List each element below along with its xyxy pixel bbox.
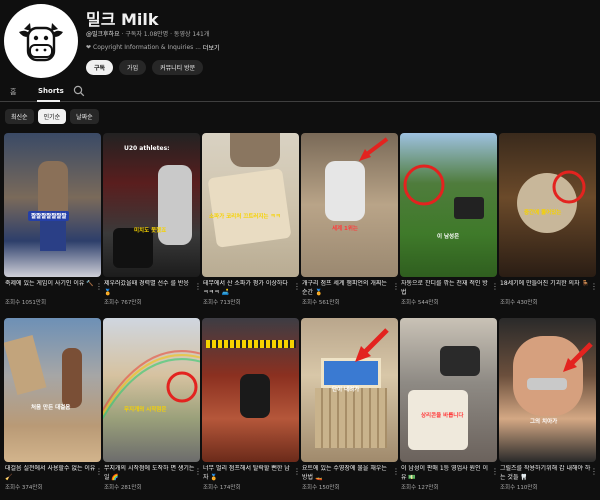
highlight-circle-icon [166, 371, 198, 403]
red-arrow-icon [355, 328, 389, 362]
more-link[interactable]: 더보기 [203, 43, 220, 52]
video-caption: 세계 1위는 [332, 226, 358, 232]
more-vert-icon[interactable]: ⋮ [293, 466, 301, 478]
more-vert-icon[interactable]: ⋮ [194, 466, 202, 478]
video-views: 조회수 150만회 [302, 485, 340, 491]
video-title[interactable]: 이 남성이 판매 1등 영업사 원인 이유 💵 [401, 465, 493, 482]
video-thumbnail[interactable]: U20 athletes: 미치도 못했죠 [103, 133, 200, 277]
video-thumbnail[interactable]: 중간에 뚫어있는 [499, 133, 596, 277]
video-caption: 처음 만든 대걸음 [31, 405, 71, 411]
more-vert-icon[interactable]: ⋮ [392, 281, 400, 293]
video-thumbnail[interactable]: 단이 내려가 [301, 318, 398, 462]
more-vert-icon[interactable]: ⋮ [590, 281, 598, 293]
video-title[interactable]: 그릴즈를 착용하기위해 갑 내해야 하는 것들 🦷 [500, 465, 592, 482]
video-title[interactable]: 개구리 점프 세계 챔피언의 개찌는 순간 🏅 [302, 280, 394, 297]
more-vert-icon[interactable]: ⋮ [491, 281, 499, 293]
channel-meta: @밀크후하요 · 구독자 1.08만명 · 동영상 141개 [86, 29, 209, 38]
highlight-circle-icon [403, 164, 445, 206]
channel-tabs: 홈 Shorts [0, 80, 600, 102]
video-caption: 그의 치아가 [530, 419, 558, 425]
video-title[interactable]: 제우러갔을때 경력별 선수 를 반응 🏅 [104, 280, 196, 297]
cow-icon [19, 23, 63, 62]
red-arrow-icon [359, 137, 389, 161]
video-thumbnail[interactable]: 처음 만든 대걸음 [4, 318, 101, 462]
video-thumbnail[interactable] [202, 318, 299, 462]
more-vert-icon[interactable]: ⋮ [293, 281, 301, 293]
video-views: 조회수 110만회 [500, 485, 538, 491]
channel-description[interactable]: ❤ Copyright Information & Inquiries ... … [86, 43, 219, 52]
highlight-circle-icon [552, 170, 586, 204]
video-title[interactable]: 무지개의 시작점에 도착하 면 생기는 일 🌈 [104, 465, 196, 482]
video-title[interactable]: 테무에서 산 소파가 펑가 이상하다 ㅋㅋㅋ 🛋️ [203, 280, 295, 297]
video-caption: 미치도 못했죠 [134, 228, 167, 234]
more-vert-icon[interactable]: ⋮ [194, 281, 202, 293]
video-views: 조회수 544만회 [401, 300, 439, 306]
tab-shorts[interactable]: Shorts [38, 87, 64, 95]
sort-chips: 최신순 인기순 날짜순 [5, 109, 99, 124]
chip-latest[interactable]: 최신순 [5, 109, 34, 124]
more-vert-icon[interactable]: ⋮ [491, 466, 499, 478]
more-vert-icon[interactable]: ⋮ [95, 466, 103, 478]
search-icon[interactable] [73, 85, 85, 97]
channel-actions: 구독 가입 커뮤니티 방문 [86, 60, 204, 75]
video-caption: 소파가 코리처 끄트러지는 ㅋㅋ [209, 214, 281, 220]
video-thumbnail[interactable]: 짤짤짤짤짤짤짤 [4, 133, 101, 277]
chip-popular[interactable]: 인기순 [37, 109, 67, 124]
video-thumbnail[interactable]: 소파가 코리처 끄트러지는 ㅋㅋ [202, 133, 299, 277]
video-title[interactable]: 축제에 있는 게임이 사기인 이유 🔨 [5, 280, 97, 289]
channel-handle[interactable]: @밀크후하요 [86, 31, 120, 38]
red-arrow-icon [563, 342, 593, 372]
video-views: 조회수 430만회 [500, 300, 538, 306]
video-thumbnail[interactable]: 무지개의 시작점은 [103, 318, 200, 462]
video-views: 조회수 281만회 [104, 485, 142, 491]
video-title[interactable]: 18세기에 만들어진 기괴한 의자 🪑 [500, 280, 592, 289]
video-thumbnail[interactable]: 그의 치아가 [499, 318, 596, 462]
chip-date[interactable]: 날짜순 [70, 109, 99, 124]
video-views: 조회수 767만회 [104, 300, 142, 306]
heart-icon: ❤ [86, 44, 92, 51]
tab-home[interactable]: 홈 [10, 87, 16, 97]
video-thumbnail[interactable]: 이 남성은 [400, 133, 497, 277]
more-vert-icon[interactable]: ⋮ [95, 281, 103, 293]
more-vert-icon[interactable]: ⋮ [392, 466, 400, 478]
tab-active-indicator [37, 100, 60, 102]
channel-stats: · 구독자 1.08만명 · 동영상 141개 [119, 31, 210, 38]
channel-avatar[interactable] [4, 4, 78, 78]
video-caption: 짤짤짤짤짤짤짤 [28, 211, 70, 221]
subscribe-button[interactable]: 구독 [86, 60, 114, 75]
video-views: 조회수 713만회 [203, 300, 241, 306]
video-title[interactable]: 너무 멀리 점프해서 탈락할 뻔한 남자 🏅 [203, 465, 295, 482]
video-title[interactable]: 자동으로 잔디를 깎는 천재 적인 방법 [401, 280, 493, 297]
description-text: Copyright Information & Inquiries ... [93, 44, 201, 51]
video-views: 조회수 174만회 [203, 485, 241, 491]
channel-name: 밀크 Milk [86, 10, 159, 29]
community-button[interactable]: 커뮤니티 방문 [152, 60, 204, 75]
video-caption: 단이 내려가 [332, 387, 360, 393]
video-views: 조회수 561만회 [302, 300, 340, 306]
video-caption: 무지개의 시작점은 [124, 407, 167, 413]
video-caption: 상리콘을 바릅니다 [421, 413, 464, 419]
join-button[interactable]: 가입 [119, 60, 147, 75]
video-caption: 이 남성은 [437, 234, 460, 240]
video-title[interactable]: 요트에 있는 수영장에 물을 채우는 방법 🚤 [302, 465, 394, 482]
more-vert-icon[interactable]: ⋮ [590, 466, 598, 478]
video-views: 조회수 374만회 [5, 485, 43, 491]
video-thumbnail[interactable]: 세계 1위는 [301, 133, 398, 277]
video-title[interactable]: 대걸음 실전에서 사용할수 없는 이유 🧹 [5, 465, 97, 482]
video-caption: 중간에 뚫어있는 [524, 210, 562, 216]
video-views: 조회수 127만회 [401, 485, 439, 491]
video-caption-top: U20 athletes: [124, 145, 170, 152]
video-thumbnail[interactable]: 상리콘을 바릅니다 [400, 318, 497, 462]
video-views: 조회수 1051만회 [5, 300, 47, 306]
